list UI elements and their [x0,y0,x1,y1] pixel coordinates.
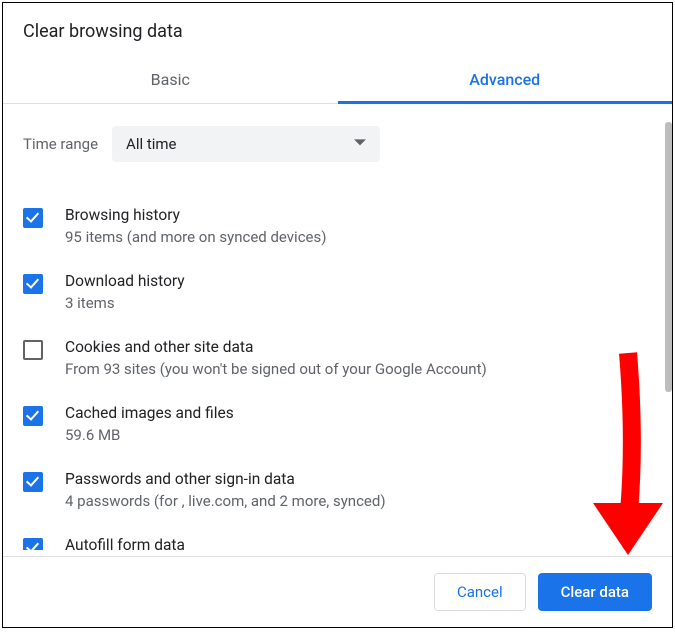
tabs: Basic Advanced [3,56,672,104]
tab-basic[interactable]: Basic [3,56,338,103]
option-autofill[interactable]: Autofill form data [23,524,652,556]
checkbox-cached-images[interactable] [23,406,43,426]
time-range-label: Time range [23,135,98,153]
option-title: Autofill form data [65,536,185,554]
option-subtitle: From 93 sites (you won't be signed out o… [65,360,487,378]
tab-advanced[interactable]: Advanced [338,56,673,103]
checkbox-cookies[interactable] [23,340,43,360]
checkbox-passwords[interactable] [23,472,43,492]
option-subtitle: 4 passwords (for , live.com, and 2 more,… [65,492,386,510]
checkbox-autofill[interactable] [23,538,43,556]
dialog-footer: Cancel Clear data [3,556,672,627]
option-cached-images[interactable]: Cached images and files 59.6 MB [23,392,652,458]
time-range-row: Time range All time [23,104,652,170]
scroll-area[interactable]: Time range All time Browsing history 95 … [3,104,672,556]
option-subtitle: 59.6 MB [65,426,234,444]
time-range-value: All time [126,135,176,153]
option-subtitle: 95 items (and more on synced devices) [65,228,326,246]
option-browsing-history[interactable]: Browsing history 95 items (and more on s… [23,194,652,260]
clear-data-button[interactable]: Clear data [538,573,652,611]
clear-browsing-data-dialog: Clear browsing data Basic Advanced Time … [2,2,673,628]
option-passwords[interactable]: Passwords and other sign-in data 4 passw… [23,458,652,524]
option-title: Download history [65,272,185,290]
dialog-body: Time range All time Browsing history 95 … [3,104,672,556]
cancel-button[interactable]: Cancel [434,573,526,611]
option-title: Cookies and other site data [65,338,487,356]
option-cookies[interactable]: Cookies and other site data From 93 site… [23,326,652,392]
dialog-title: Clear browsing data [3,3,672,56]
options-list: Browsing history 95 items (and more on s… [23,170,652,556]
scrollbar-thumb[interactable] [665,122,672,392]
option-title: Browsing history [65,206,326,224]
chevron-down-icon [354,135,366,153]
option-title: Passwords and other sign-in data [65,470,386,488]
checkbox-download-history[interactable] [23,274,43,294]
option-subtitle: 3 items [65,294,185,312]
option-title: Cached images and files [65,404,234,422]
checkbox-browsing-history[interactable] [23,208,43,228]
option-download-history[interactable]: Download history 3 items [23,260,652,326]
time-range-select[interactable]: All time [112,126,380,162]
